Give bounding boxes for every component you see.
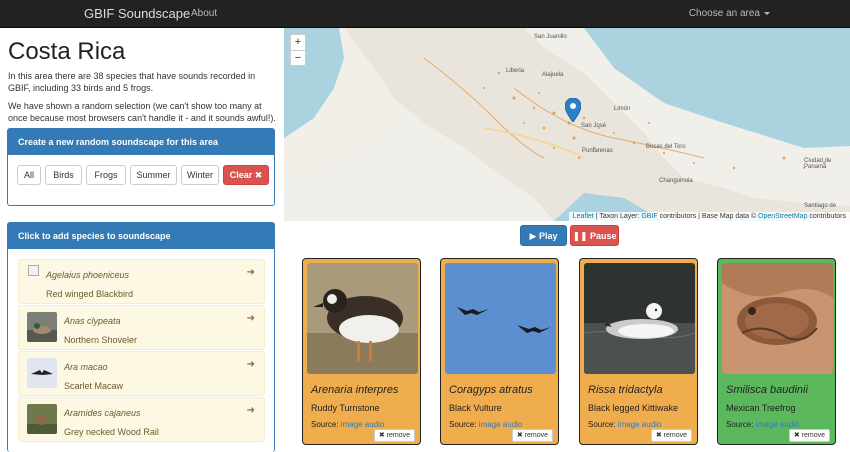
species-latin-name: Agelaius phoeniceus xyxy=(46,270,130,280)
map-base-layer xyxy=(284,28,850,221)
filter-frogs-button[interactable]: Frogs xyxy=(86,165,126,185)
brand-link[interactable]: GBIF Soundscape xyxy=(84,6,190,21)
play-button[interactable]: ▶ Play xyxy=(520,225,567,246)
left-column: Costa Rica In this area there are 38 spe… xyxy=(0,28,284,452)
filter-winter-button[interactable]: Winter xyxy=(181,165,219,185)
map-zoom-control: + − xyxy=(290,34,306,66)
occurrence-map[interactable]: San Juanillo Liberia Alajuela San José P… xyxy=(284,28,850,221)
remove-button[interactable]: ✖ remove xyxy=(650,429,692,442)
species-latin-name: Ara macao xyxy=(64,362,108,372)
species-thumbnail xyxy=(27,312,57,342)
species-common-name: Scarlet Macaw xyxy=(64,381,124,391)
species-thumbnail xyxy=(27,358,57,388)
card-common-name: Mexican Treefrog xyxy=(726,403,796,413)
source-link[interactable]: image audio xyxy=(341,420,385,429)
arrow-right-icon: ➜ xyxy=(246,267,255,278)
species-panel-heading: Click to add species to soundscape xyxy=(8,223,274,249)
filter-summer-button[interactable]: Summer xyxy=(130,165,177,185)
area-intro-text: In this area there are 38 species that h… xyxy=(8,71,256,93)
choose-area-dropdown[interactable]: Choose an area xyxy=(689,8,770,19)
caret-down-icon xyxy=(764,11,770,15)
card-latin-name: Rissa tridactyla xyxy=(588,384,663,396)
remove-button[interactable]: ✖ remove xyxy=(511,429,553,442)
source-link[interactable]: image audio xyxy=(618,420,662,429)
attribution-text: | Taxon Layer: xyxy=(593,213,642,220)
source-link[interactable]: image audio xyxy=(756,420,800,429)
sound-card-arenaria-interpres: Arenaria interpres Ruddy Turnstone Sourc… xyxy=(302,258,421,445)
attribution-text: contributors | Base Map data © xyxy=(657,213,759,220)
card-source: Source: image audio xyxy=(588,420,661,429)
map-label: Changuinola xyxy=(659,178,693,184)
remove-button[interactable]: ✖ remove xyxy=(373,429,415,442)
species-panel: Click to add species to soundscape Agela… xyxy=(7,222,275,452)
attribution-text: contributors xyxy=(807,213,846,220)
top-navbar: GBIF Soundscape About Choose an area xyxy=(0,0,850,28)
species-photo xyxy=(722,263,833,374)
species-item-agelaius-phoeniceus[interactable]: Agelaius phoeniceus Red winged Blackbird… xyxy=(18,259,265,304)
species-thumbnail xyxy=(27,404,57,434)
map-label: San José xyxy=(581,123,607,129)
source-label: Source: xyxy=(311,420,341,429)
species-common-name: Red winged Blackbird xyxy=(46,289,134,299)
osm-link[interactable]: OpenStreetMap xyxy=(758,213,807,220)
map-label: Santiago de xyxy=(804,203,837,209)
zoom-out-button[interactable]: − xyxy=(291,50,305,65)
card-common-name: Black Vulture xyxy=(449,403,502,413)
card-source: Source: image audio xyxy=(449,420,522,429)
source-label: Source: xyxy=(588,420,618,429)
species-photo xyxy=(307,263,418,374)
gbif-link[interactable]: GBIF xyxy=(641,213,657,220)
area-note-text: We have shown a random selection (we can… xyxy=(8,101,276,123)
arrow-right-icon: ➜ xyxy=(246,313,255,324)
map-label: Puntarenas xyxy=(582,148,613,154)
nav-about-link[interactable]: About xyxy=(191,8,217,19)
filter-birds-button[interactable]: Birds xyxy=(45,165,82,185)
map-label: San Juanillo xyxy=(534,34,567,40)
card-common-name: Black legged Kittiwake xyxy=(588,403,679,413)
species-common-name: Northern Shoveler xyxy=(64,335,138,345)
page-title: Costa Rica xyxy=(8,38,126,65)
species-item-ara-macao[interactable]: Ara macao Scarlet Macaw ➜ xyxy=(18,351,265,396)
soundscape-filter-panel: Create a new random soundscape for this … xyxy=(7,128,275,206)
card-latin-name: Smilisca baudinii xyxy=(726,384,808,396)
map-marker-icon[interactable] xyxy=(565,98,581,122)
pause-button[interactable]: ❚❚ Pause xyxy=(570,225,619,246)
broken-image-icon xyxy=(28,265,39,276)
card-common-name: Ruddy Turnstone xyxy=(311,403,380,413)
leaflet-link[interactable]: Leaflet xyxy=(573,213,594,220)
source-label: Source: xyxy=(726,420,756,429)
arrow-right-icon: ➜ xyxy=(246,359,255,370)
choose-area-label: Choose an area xyxy=(688,8,760,19)
filter-all-button[interactable]: All xyxy=(17,165,41,185)
source-link[interactable]: image audio xyxy=(479,420,523,429)
species-common-name: Grey necked Wood Rail xyxy=(64,427,159,437)
map-label: Liberia xyxy=(506,68,525,74)
map-label: Alajuela xyxy=(542,72,564,78)
card-latin-name: Arenaria interpres xyxy=(311,384,399,396)
zoom-in-button[interactable]: + xyxy=(291,35,305,50)
species-latin-name: Anas clypeata xyxy=(64,316,121,326)
map-label: Bocas del Toro xyxy=(646,144,686,150)
card-latin-name: Coragyps atratus xyxy=(449,384,533,396)
map-label: Ciudad de Panamá xyxy=(804,158,832,170)
species-latin-name: Aramides cajaneus xyxy=(64,408,141,418)
species-photo xyxy=(445,263,556,374)
card-source: Source: image audio xyxy=(311,420,384,429)
remove-button[interactable]: ✖ remove xyxy=(788,429,830,442)
sound-card-smilisca-baudinii: Smilisca baudinii Mexican Treefrog Sourc… xyxy=(717,258,836,445)
source-label: Source: xyxy=(449,420,479,429)
sound-card-rissa-tridactyla: Rissa tridactyla Black legged Kittiwake … xyxy=(579,258,698,445)
sound-card-coragyps-atratus: Coragyps atratus Black Vulture Source: i… xyxy=(440,258,559,445)
map-label: Limón xyxy=(614,106,631,112)
clear-button[interactable]: Clear ✖ xyxy=(223,165,269,185)
species-item-anas-clypeata[interactable]: Anas clypeata Northern Shoveler ➜ xyxy=(18,305,265,350)
filter-panel-heading: Create a new random soundscape for this … xyxy=(8,129,274,155)
map-attribution: Leaflet | Taxon Layer: GBIF contributors… xyxy=(568,212,850,221)
species-item-aramides-cajaneus[interactable]: Aramides cajaneus Grey necked Wood Rail … xyxy=(18,397,265,442)
arrow-right-icon: ➜ xyxy=(246,405,255,416)
species-photo xyxy=(584,263,695,374)
card-source: Source: image audio xyxy=(726,420,799,429)
